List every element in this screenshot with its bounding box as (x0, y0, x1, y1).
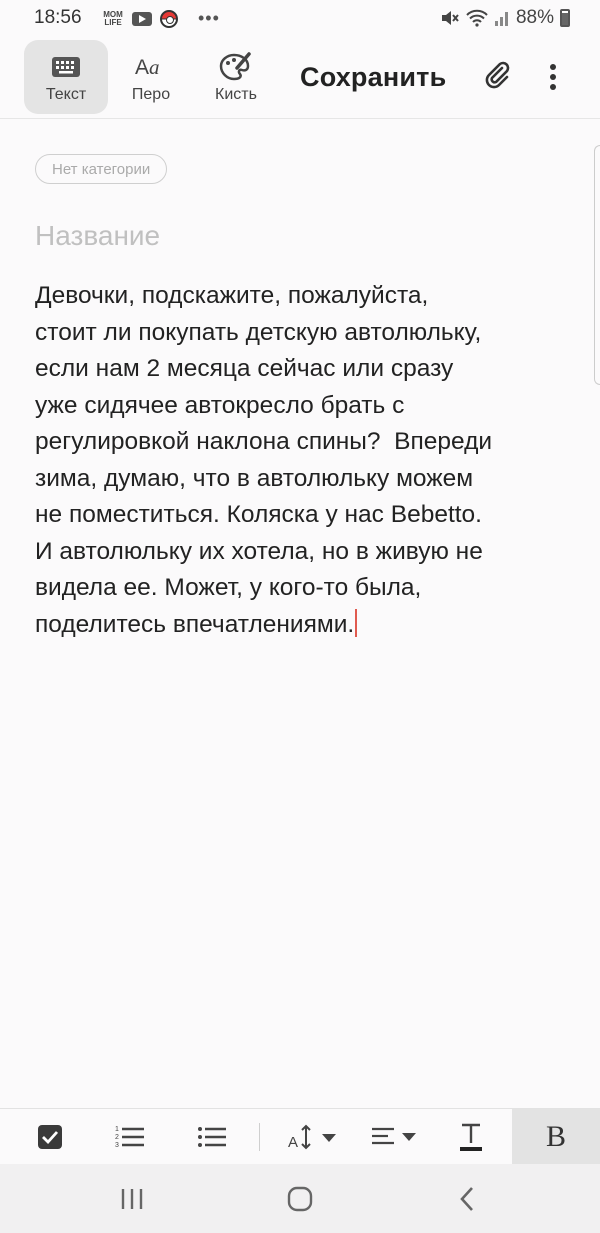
mode-pen-label: Перо (131, 86, 171, 103)
more-vertical-icon (550, 64, 556, 90)
bullet-list-icon (198, 1127, 226, 1147)
pen-aa-icon: Aa (109, 50, 193, 84)
mute-icon (441, 11, 459, 25)
note-toolbar: Текст Aa Перо Кисть Сохранить (0, 38, 600, 119)
text-color-icon (460, 1123, 482, 1151)
status-time: 18:56 (34, 7, 82, 28)
notification-icons: MOM LIFE ••• (102, 8, 220, 29)
battery-icon (560, 9, 570, 27)
format-separator (259, 1123, 260, 1151)
back-button[interactable] (427, 1164, 507, 1233)
note-body-text: Девочки, подскажите, пожалуйста, стоит л… (35, 282, 493, 638)
recent-apps-icon (121, 1188, 143, 1209)
signal-icon (494, 12, 508, 26)
format-bar: 123 A B (0, 1108, 600, 1165)
svg-text:a: a (149, 55, 160, 79)
more-notifications-icon: ••• (198, 8, 220, 28)
numbered-list-button[interactable]: 123 (100, 1109, 160, 1165)
keyboard-icon (24, 50, 108, 84)
bold-button[interactable]: B (512, 1109, 600, 1165)
numbered-list-icon: 123 (115, 1126, 144, 1149)
svg-text:3: 3 (115, 1142, 119, 1149)
pokeball-icon (160, 9, 178, 28)
align-button[interactable] (364, 1109, 428, 1165)
mode-text-button[interactable]: Текст (24, 40, 108, 114)
checkbox-button[interactable] (20, 1109, 80, 1165)
back-icon (460, 1186, 473, 1211)
svg-text:2: 2 (115, 1134, 119, 1141)
title-input[interactable]: Название (35, 220, 160, 252)
paperclip-icon (485, 61, 510, 89)
bullet-list-button[interactable] (182, 1109, 242, 1165)
brush-palette-icon (194, 50, 278, 84)
wifi-icon (466, 9, 488, 27)
category-chip[interactable]: Нет категории (35, 154, 168, 184)
status-bar: 18:56 MOM LIFE ••• 88% (0, 0, 600, 38)
momlife-app-icon: MOM LIFE (103, 9, 123, 27)
scrollbar[interactable] (594, 145, 600, 385)
font-size-icon: A (288, 1124, 336, 1151)
align-icon (372, 1127, 416, 1145)
checkbox-icon (38, 1125, 62, 1149)
save-button[interactable]: Сохранить (300, 62, 446, 93)
system-navigation-bar (0, 1164, 600, 1233)
mode-text-label: Текст (45, 86, 87, 103)
system-icons: 88% (440, 7, 570, 29)
font-size-button[interactable]: A (282, 1109, 346, 1165)
youtube-icon (132, 11, 152, 26)
home-button[interactable] (260, 1164, 340, 1233)
note-body-editor[interactable]: Девочки, подскажите, пожалуйста, стоит л… (35, 278, 570, 643)
svg-text:A: A (135, 56, 149, 79)
attach-button[interactable] (480, 58, 516, 94)
svg-text:1: 1 (115, 1126, 119, 1133)
svg-text:A: A (288, 1134, 298, 1151)
more-options-button[interactable] (540, 58, 566, 96)
bold-icon: B (545, 1120, 566, 1153)
home-icon (287, 1186, 313, 1211)
recent-apps-button[interactable] (92, 1164, 172, 1233)
mode-brush-label: Кисть (215, 86, 257, 103)
mode-pen-button[interactable]: Aa Перо (109, 40, 193, 114)
text-caret (355, 608, 358, 637)
battery-percent: 88% (515, 7, 554, 28)
mode-brush-button[interactable]: Кисть (194, 40, 278, 114)
text-color-button[interactable] (440, 1109, 502, 1165)
